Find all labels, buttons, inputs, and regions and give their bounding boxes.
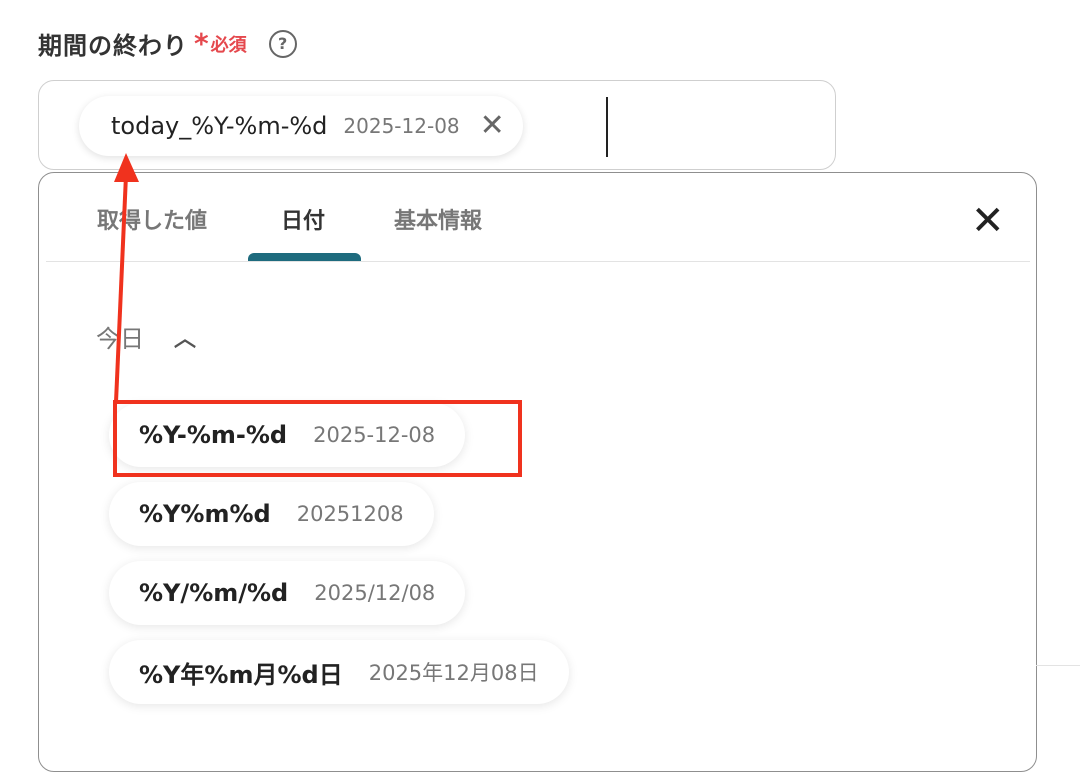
option-value: 2025/12/08 [314, 581, 436, 605]
token-label: today_%Y-%m-%d [111, 112, 328, 140]
option-label: %Y/%m/%d [139, 579, 289, 607]
required-star: * [194, 26, 209, 60]
question-circle-icon[interactable]: ? [268, 29, 297, 58]
option-value: 20251208 [296, 502, 404, 526]
close-icon[interactable]: ✕ [971, 201, 1005, 241]
option-item[interactable]: %Y年%m月%d日 2025年12月08日 [109, 640, 569, 704]
tab-acquired-values[interactable]: 取得した値 [97, 203, 207, 235]
date-end-input[interactable]: today_%Y-%m-%d 2025-12-08 ✕ [38, 80, 836, 170]
section-today-header[interactable]: 今日 ︿ [96, 319, 196, 354]
option-item[interactable]: %Y/%m/%d 2025/12/08 [109, 561, 466, 625]
option-label: %Y%m%d [139, 500, 271, 528]
tab-bar: 取得した値 日付 基本情報 ✕ [39, 173, 1036, 263]
tab-divider [46, 261, 1030, 262]
option-label: %Y年%m月%d日 [139, 660, 343, 689]
option-value: 2025年12月08日 [368, 661, 539, 685]
annotation-highlight-box [113, 400, 522, 477]
tab-date[interactable]: 日付 [281, 203, 325, 235]
close-icon[interactable]: ✕ [480, 111, 505, 141]
text-cursor [606, 97, 608, 157]
option-item[interactable]: %Y%m%d 20251208 [109, 482, 434, 546]
required-text: 必須 [210, 34, 247, 56]
tab-basic-info[interactable]: 基本情報 [394, 203, 482, 235]
chevron-up-icon[interactable]: ︿ [174, 321, 196, 353]
active-tab-indicator [248, 253, 361, 261]
required-indicator: * 必須 [194, 26, 247, 60]
background-divider [1036, 665, 1080, 666]
section-title: 今日 [96, 325, 144, 353]
field-label: 期間の終わり [38, 32, 188, 60]
selected-token[interactable]: today_%Y-%m-%d 2025-12-08 ✕ [79, 96, 523, 156]
field-label-row: 期間の終わり * 必須 ? [38, 26, 297, 61]
token-value: 2025-12-08 [343, 114, 460, 138]
